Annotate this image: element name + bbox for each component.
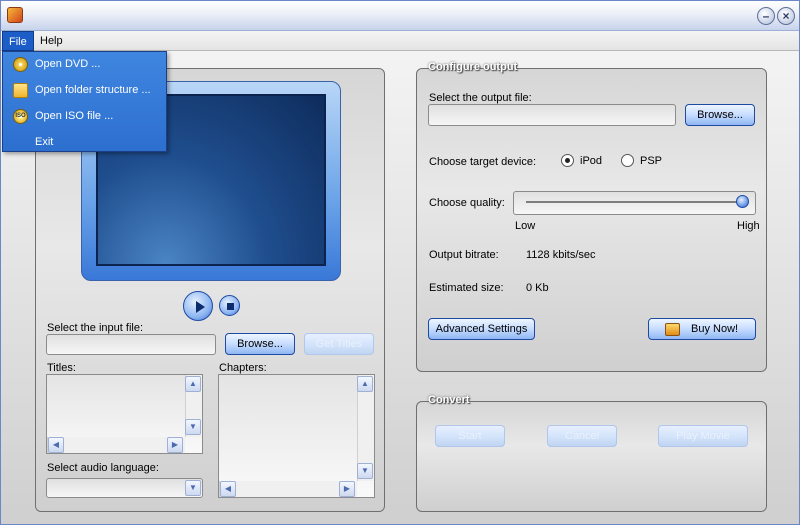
quality-slider-thumb[interactable] [735, 195, 749, 208]
scroll-down-icon[interactable]: ▼ [185, 419, 201, 435]
input-file-label: Select the input file: [47, 322, 144, 334]
cancel-button[interactable]: Cancel [547, 425, 617, 447]
menu-item-label: Open ISO file ... [35, 110, 114, 122]
audio-language-select[interactable] [46, 478, 203, 498]
audio-language-label: Select audio language: [47, 462, 159, 474]
quality-slider[interactable] [513, 191, 756, 215]
play-icon [196, 301, 205, 313]
radio-psp-label: PSP [640, 155, 663, 167]
chapters-label: Chapters: [219, 362, 267, 374]
dvd-disc-icon [13, 57, 28, 72]
input-browse-button[interactable]: Browse... [225, 333, 295, 355]
titles-hscroll[interactable] [47, 437, 185, 453]
chapters-hscroll[interactable] [219, 481, 357, 497]
buy-now-label: Buy Now! [691, 323, 739, 335]
scroll-up-icon[interactable]: ▲ [357, 376, 373, 392]
titles-label: Titles: [47, 362, 76, 374]
output-browse-button[interactable]: Browse... [685, 104, 755, 126]
output-file-label: Select the output file: [429, 92, 532, 104]
get-titles-button[interactable]: Get Titles [304, 333, 374, 355]
iso-disc-icon: ISO [13, 109, 28, 124]
file-menu-dropdown: Open DVD ... Open folder structure ... I… [2, 51, 167, 152]
titles-list[interactable]: ▲ ▼ ◀ ▶ [46, 374, 203, 454]
stop-icon [227, 303, 234, 310]
menu-item-exit[interactable]: Exit [3, 130, 166, 155]
estimated-size-value: 0 Kb [526, 282, 549, 294]
quality-high-label: High [737, 220, 760, 232]
buy-now-button[interactable]: Buy Now! [648, 318, 756, 340]
menu-help[interactable]: Help [34, 31, 69, 51]
folder-icon [13, 83, 28, 98]
app-logo-icon [7, 7, 23, 23]
radio-ipod[interactable] [561, 154, 574, 167]
target-device-label: Choose target device: [429, 156, 537, 168]
menu-item-label: Open folder structure ... [35, 84, 151, 96]
radio-psp[interactable] [621, 154, 634, 167]
title-bar: – × [1, 1, 799, 31]
quality-label: Choose quality: [429, 197, 505, 209]
menu-item-open-folder[interactable]: Open folder structure ... [3, 78, 166, 103]
quality-low-label: Low [515, 220, 536, 232]
convert-panel: Convert [416, 394, 767, 512]
menu-item-label: Exit [35, 136, 54, 148]
chapters-list[interactable]: ▲ ▼ ◀ ▶ [218, 374, 375, 498]
stop-button[interactable] [219, 295, 240, 316]
play-movie-button[interactable]: Play Movie [658, 425, 748, 447]
menu-item-open-dvd[interactable]: Open DVD ... [3, 52, 166, 77]
app-window: – × File Help Open DVD ... Open folder s… [0, 0, 800, 525]
radio-ipod-label: iPod [580, 155, 603, 167]
scroll-down-icon[interactable]: ▼ [357, 463, 373, 479]
scroll-right-icon[interactable]: ▶ [339, 481, 355, 497]
output-bitrate-value: 1128 kbits/sec [526, 249, 596, 261]
menu-item-label: Open DVD ... [35, 58, 101, 70]
chevron-down-icon[interactable]: ▼ [185, 480, 201, 496]
estimated-size-label: Estimated size: [429, 282, 504, 294]
menu-item-open-iso[interactable]: ISO Open ISO file ... [3, 104, 166, 129]
input-file-field[interactable] [46, 334, 216, 355]
scroll-left-icon[interactable]: ◀ [48, 437, 64, 453]
scroll-right-icon[interactable]: ▶ [167, 437, 183, 453]
start-button[interactable]: Start [435, 425, 505, 447]
close-button[interactable]: × [777, 7, 795, 25]
configure-output-title: Configure output [428, 61, 518, 73]
scroll-left-icon[interactable]: ◀ [220, 481, 236, 497]
output-bitrate-label: Output bitrate: [429, 249, 499, 261]
scroll-up-icon[interactable]: ▲ [185, 376, 201, 392]
minimize-button[interactable]: – [757, 7, 775, 25]
output-file-field[interactable] [428, 104, 676, 126]
cart-icon [665, 323, 680, 336]
menu-file[interactable]: File [2, 31, 34, 51]
play-button[interactable] [183, 291, 213, 321]
advanced-settings-button[interactable]: Advanced Settings [428, 318, 535, 340]
convert-title: Convert [428, 394, 470, 406]
menu-bar: File Help [1, 31, 799, 51]
